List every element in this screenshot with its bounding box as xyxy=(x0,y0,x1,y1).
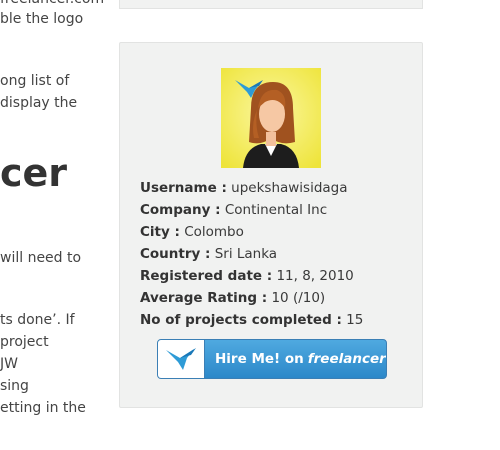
average-rating-label: Average Rating : xyxy=(140,290,268,306)
average-rating-value: 10 (/10) xyxy=(271,290,326,306)
city-value: Colombo xyxy=(184,224,244,240)
company-label: Company : xyxy=(140,202,221,218)
article-text-column: freelancer.com ble the logo ong list of … xyxy=(0,0,110,450)
projects-completed-label: No of projects completed : xyxy=(140,312,342,328)
username-label: Username : xyxy=(140,180,227,196)
article-line: ble the logo xyxy=(0,11,84,27)
article-line: etting in the xyxy=(0,400,86,416)
article-line: ts done’. If xyxy=(0,312,75,328)
hire-me-button[interactable]: Hire Me! on freelancer xyxy=(157,339,387,379)
username-row: Username : upekshawisidaga xyxy=(140,177,363,199)
article-line: freelancer.com xyxy=(0,0,110,8)
article-line: will need to xyxy=(0,250,82,266)
company-value: Continental Inc xyxy=(224,202,328,218)
average-rating-row: Average Rating : 10 (/10) xyxy=(140,287,363,309)
country-label: Country : xyxy=(140,246,211,262)
article-line: JW xyxy=(0,356,18,372)
article-line: display the xyxy=(0,95,78,111)
projects-completed-row: No of projects completed : 15 xyxy=(140,309,363,331)
registered-date-row: Registered date : 11, 8, 2010 xyxy=(140,265,363,287)
article-line: ong list of xyxy=(0,73,70,89)
country-value: Sri Lanka xyxy=(214,246,278,262)
projects-completed-value: 15 xyxy=(346,312,364,328)
hire-me-label: Hire Me! on freelancer xyxy=(205,340,386,378)
avatar xyxy=(221,68,321,168)
city-row: City : Colombo xyxy=(140,221,363,243)
article-line: sing xyxy=(0,378,29,394)
city-label: City : xyxy=(140,224,180,240)
article-heading: cer xyxy=(0,151,68,195)
username-value: upekshawisidaga xyxy=(231,180,348,196)
freelancer-profile-widget: Username : upekshawisidaga Company : Con… xyxy=(119,42,423,408)
freelancer-bird-icon xyxy=(158,340,205,378)
hire-me-text: Hire Me! on xyxy=(215,351,304,367)
previous-widget-box xyxy=(119,0,423,9)
country-row: Country : Sri Lanka xyxy=(140,243,363,265)
freelancer-brand-text: freelancer xyxy=(307,351,386,367)
article-line: project xyxy=(0,334,49,350)
company-row: Company : Continental Inc xyxy=(140,199,363,221)
registered-date-label: Registered date : xyxy=(140,268,273,284)
profile-details: Username : upekshawisidaga Company : Con… xyxy=(140,177,363,331)
registered-date-value: 11, 8, 2010 xyxy=(276,268,354,284)
